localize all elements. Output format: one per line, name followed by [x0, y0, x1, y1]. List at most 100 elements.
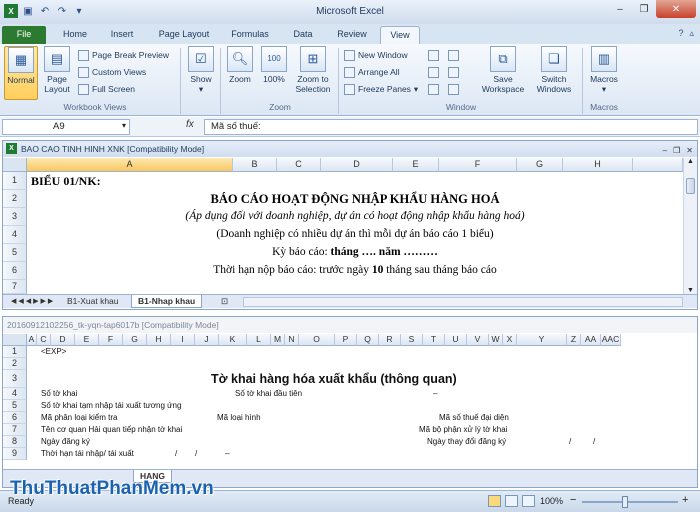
- col-header-j[interactable]: J: [195, 334, 219, 346]
- col-header-t[interactable]: T: [423, 334, 445, 346]
- cell-a6[interactable]: Thời hạn nộp báo cáo: trước ngày 10 thán…: [27, 264, 683, 276]
- cell-heading[interactable]: Tờ khai hàng hóa xuất khẩu (thông quan): [211, 372, 457, 386]
- col-header-i[interactable]: I: [171, 334, 195, 346]
- restore-icon[interactable]: ❐: [632, 0, 656, 18]
- col-header-e[interactable]: E: [75, 334, 99, 346]
- zoom-button[interactable]: 🔍︎ Zoom: [226, 46, 254, 84]
- col-header-s[interactable]: S: [401, 334, 423, 346]
- row-header-9[interactable]: 9: [3, 448, 27, 460]
- zoom-out-icon[interactable]: −: [570, 494, 576, 506]
- formula-input[interactable]: Mã số thuế:: [204, 119, 698, 135]
- col-header-k[interactable]: K: [219, 334, 247, 346]
- tab-page-layout[interactable]: Page Layout: [150, 26, 218, 44]
- minimize-icon[interactable]: –: [663, 143, 667, 159]
- help-icon[interactable]: ?: [678, 28, 683, 39]
- col-header-n[interactable]: N: [285, 334, 299, 346]
- scroll-thumb[interactable]: [686, 178, 695, 194]
- col-header-a[interactable]: A: [27, 158, 233, 172]
- col-header-e[interactable]: E: [393, 158, 439, 172]
- scroll-up-icon[interactable]: ▲: [684, 158, 697, 165]
- cell-a3[interactable]: (Áp dụng đối với doanh nghiệp, dự án có …: [27, 210, 683, 222]
- cell-slash-1[interactable]: /: [569, 437, 571, 446]
- col-header-b[interactable]: B: [233, 158, 277, 172]
- cell-ngay-dang-ky[interactable]: Ngày đăng ký: [41, 437, 90, 446]
- insert-sheet-icon[interactable]: ⊡: [215, 295, 234, 308]
- select-all-corner[interactable]: [3, 158, 27, 172]
- restore-icon[interactable]: ❐: [673, 143, 680, 159]
- freeze-panes-button[interactable]: Freeze Panes ▾: [344, 82, 418, 96]
- col-header-l[interactable]: L: [247, 334, 271, 346]
- zoom-100-button[interactable]: 100 100%: [260, 46, 288, 84]
- tab-home[interactable]: Home: [54, 26, 96, 44]
- col-header-q[interactable]: Q: [357, 334, 379, 346]
- row-header-2[interactable]: 2: [3, 358, 27, 370]
- col-header-a[interactable]: A: [27, 334, 37, 346]
- col-header-p[interactable]: P: [335, 334, 357, 346]
- unhide-button[interactable]: [428, 82, 439, 96]
- hide-button[interactable]: [428, 65, 439, 79]
- normal-view-status-icon[interactable]: [488, 495, 501, 507]
- arrange-all-button[interactable]: Arrange All: [344, 65, 400, 79]
- page-layout-status-icon[interactable]: [505, 495, 518, 507]
- col-header-d[interactable]: D: [321, 158, 393, 172]
- row-header-4[interactable]: 4: [3, 388, 27, 400]
- col-header-h[interactable]: H: [147, 334, 171, 346]
- page-break-status-icon[interactable]: [522, 495, 535, 507]
- cell-thoi-han[interactable]: Thời hạn tái nhập/ tái xuất: [41, 449, 134, 458]
- cell-slash-2[interactable]: /: [593, 437, 595, 446]
- cell-dash[interactable]: –: [433, 389, 437, 398]
- zoom-to-selection-button[interactable]: ⊞ Zoom to Selection: [292, 46, 334, 94]
- col-header-y[interactable]: Y: [517, 334, 567, 346]
- close-icon[interactable]: ✕: [686, 143, 693, 159]
- custom-views-button[interactable]: Custom Views: [78, 65, 146, 79]
- minimize-icon[interactable]: –: [608, 0, 632, 18]
- row-header-6[interactable]: 6: [3, 412, 27, 424]
- row-header-1[interactable]: 1: [3, 172, 27, 190]
- cell-a4[interactable]: (Doanh nghiệp có nhiều dự án thì mỗi dự …: [27, 228, 683, 240]
- split-button[interactable]: [428, 48, 439, 62]
- col-header-v[interactable]: V: [467, 334, 489, 346]
- cell-so-to-khai[interactable]: Số tờ khai: [41, 389, 77, 398]
- col-header-f[interactable]: F: [439, 158, 517, 172]
- insert-function-icon[interactable]: fx: [186, 119, 194, 130]
- select-all-corner[interactable]: [3, 334, 27, 346]
- cell-a2-title[interactable]: BÁO CÁO HOẠT ĐỘNG NHẬP KHẨU HÀNG HOÁ: [27, 192, 683, 207]
- name-box[interactable]: A9: [2, 119, 130, 135]
- row-header-5[interactable]: 5: [3, 400, 27, 412]
- sheet-tab-nhap-khau[interactable]: B1-Nhap khau: [131, 295, 203, 308]
- col-header-x[interactable]: X: [503, 334, 517, 346]
- col-header-z[interactable]: Z: [567, 334, 581, 346]
- row-header-3[interactable]: 3: [3, 370, 27, 388]
- page-break-preview-button[interactable]: Page Break Preview: [78, 48, 169, 62]
- zoom-in-icon[interactable]: +: [682, 494, 688, 506]
- zoom-slider-thumb[interactable]: [622, 496, 628, 508]
- row-header-7[interactable]: 7: [3, 424, 27, 436]
- macros-button[interactable]: ▥ Macros ▾: [588, 46, 620, 94]
- zoom-level[interactable]: 100%: [540, 496, 563, 506]
- row-header-4[interactable]: 4: [3, 226, 27, 244]
- tab-view[interactable]: View: [380, 26, 420, 44]
- sheet-nav-icon[interactable]: ◀◀◀▶▶▶: [5, 295, 61, 308]
- col-header-h[interactable]: H: [563, 158, 633, 172]
- tab-insert[interactable]: Insert: [100, 26, 144, 44]
- col-header-u[interactable]: U: [445, 334, 467, 346]
- col-header-w[interactable]: W: [489, 334, 503, 346]
- name-box-dropdown-icon[interactable]: ▾: [122, 121, 126, 130]
- row-header-8[interactable]: 8: [3, 436, 27, 448]
- row-header-7[interactable]: 7: [3, 280, 27, 294]
- reset-position-button[interactable]: [448, 82, 459, 96]
- col-header-o[interactable]: O: [299, 334, 335, 346]
- save-workspace-button[interactable]: ⧉ Save Workspace: [476, 46, 530, 94]
- col-header-g[interactable]: G: [123, 334, 147, 346]
- row-header-6[interactable]: 6: [3, 262, 27, 280]
- tab-review[interactable]: Review: [330, 26, 374, 44]
- ribbon-minimize-icon[interactable]: ▵: [689, 28, 694, 39]
- show-button[interactable]: ☑ Show ▾: [186, 46, 216, 94]
- col-header-aac[interactable]: AAC: [601, 334, 621, 346]
- vertical-scrollbar-1[interactable]: ▲ ▼: [683, 158, 697, 294]
- cell-a5[interactable]: Kỳ báo cáo: tháng …. năm ………: [27, 246, 683, 258]
- cell-a1[interactable]: BIỂU 01/NK:: [31, 174, 101, 189]
- col-header-aa[interactable]: AA: [581, 334, 601, 346]
- col-header-d[interactable]: D: [51, 334, 75, 346]
- full-screen-button[interactable]: Full Screen: [78, 82, 135, 96]
